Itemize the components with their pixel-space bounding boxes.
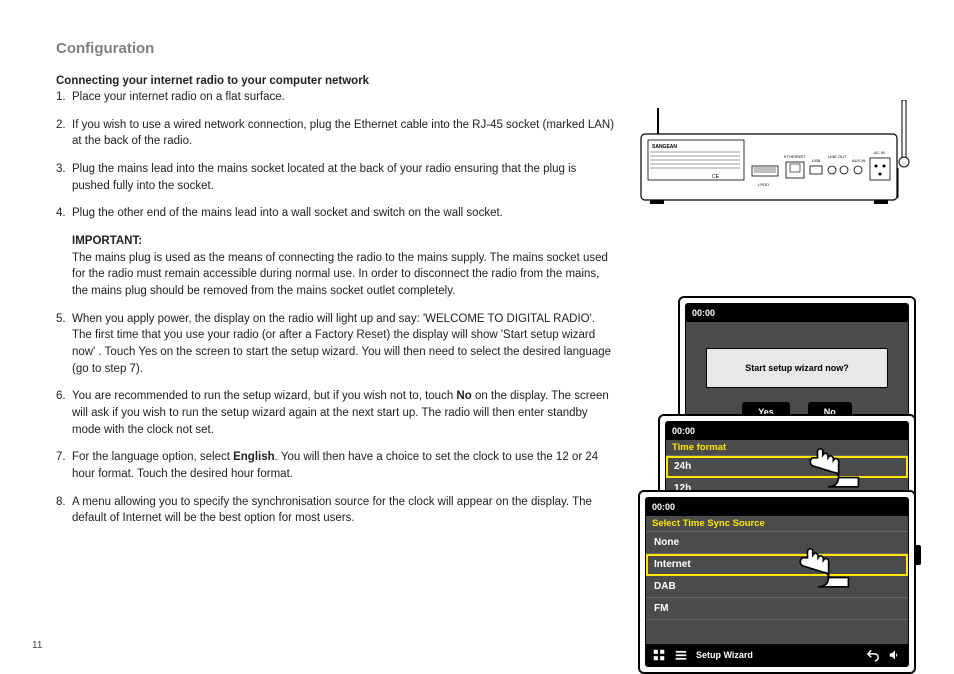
clock-text: 00:00: [652, 502, 675, 512]
step-number: 3.: [56, 161, 72, 194]
option-fm[interactable]: FM: [646, 598, 908, 620]
grid-icon[interactable]: [652, 648, 666, 662]
sync-title: Select Time Sync Source: [646, 516, 908, 532]
step-number: 7.: [56, 449, 72, 482]
speaker-icon[interactable]: [888, 648, 902, 662]
time-format-title: Time format: [666, 440, 908, 456]
subheading: Connecting your internet radio to your c…: [56, 75, 616, 87]
option-internet[interactable]: Internet: [646, 554, 908, 576]
step-number: 4.: [56, 205, 72, 222]
step-number: 1.: [56, 89, 72, 106]
option-24h[interactable]: 24h: [666, 456, 908, 478]
svg-text:AUX IN: AUX IN: [852, 158, 865, 163]
page-number: 11: [32, 640, 42, 651]
step-number: 2.: [56, 117, 72, 150]
svg-text:CE: CE: [712, 174, 720, 180]
important-body: The mains plug is used as the means of c…: [72, 252, 608, 297]
step-number: 6.: [56, 388, 72, 438]
svg-text:USB: USB: [812, 158, 821, 163]
step-8: 8. A menu allowing you to specify the sy…: [56, 494, 616, 527]
important-label: IMPORTANT:: [72, 235, 142, 247]
back-icon[interactable]: [866, 648, 880, 662]
step-body: If you wish to use a wired network conne…: [72, 117, 616, 150]
step-6: 6. You are recommended to run the setup …: [56, 388, 616, 438]
step-number: 5.: [56, 311, 72, 378]
brand-label: SANGEAN: [652, 144, 677, 150]
clock-text: 00:00: [692, 308, 715, 318]
step-4: 4. Plug the other end of the mains lead …: [56, 205, 616, 222]
footer-label: Setup Wizard: [696, 650, 753, 660]
rear-panel-illustration: SANGEAN CE: [640, 100, 926, 220]
step-2: 2. If you wish to use a wired network co…: [56, 117, 616, 150]
svg-text:I-POD: I-POD: [758, 182, 769, 187]
menu-icon[interactable]: [674, 648, 688, 662]
step-body: Plug the mains lead into the mains socke…: [72, 161, 616, 194]
clock-text: 00:00: [672, 426, 695, 436]
step-body: You are recommended to run the setup wiz…: [72, 388, 616, 438]
step-body: Place your internet radio on a flat surf…: [72, 89, 616, 106]
screen-sync-source: 00:00 Select Time Sync Source None Inter…: [638, 490, 916, 674]
step-number: 8.: [56, 494, 72, 527]
step-body: Plug the other end of the mains lead int…: [72, 205, 616, 222]
option-none[interactable]: None: [646, 532, 908, 554]
step-5: 5. When you apply power, the display on …: [56, 311, 616, 378]
step-1: 1. Place your internet radio on a flat s…: [56, 89, 616, 106]
step-3: 3. Plug the mains lead into the mains so…: [56, 161, 616, 194]
svg-text:ETHERNET: ETHERNET: [784, 154, 806, 159]
step-body: For the language option, select English.…: [72, 449, 616, 482]
svg-text:AC IN: AC IN: [874, 150, 885, 155]
page-title: Configuration: [56, 40, 918, 57]
step-7: 7. For the language option, select Engli…: [56, 449, 616, 482]
option-dab[interactable]: DAB: [646, 576, 908, 598]
important-block: IMPORTANT: The mains plug is used as the…: [56, 233, 616, 300]
wizard-question: Start setup wizard now?: [706, 348, 888, 388]
svg-text:LINE OUT: LINE OUT: [828, 154, 847, 159]
step-body: When you apply power, the display on the…: [72, 311, 616, 378]
step-body: A menu allowing you to specify the synch…: [72, 494, 616, 527]
